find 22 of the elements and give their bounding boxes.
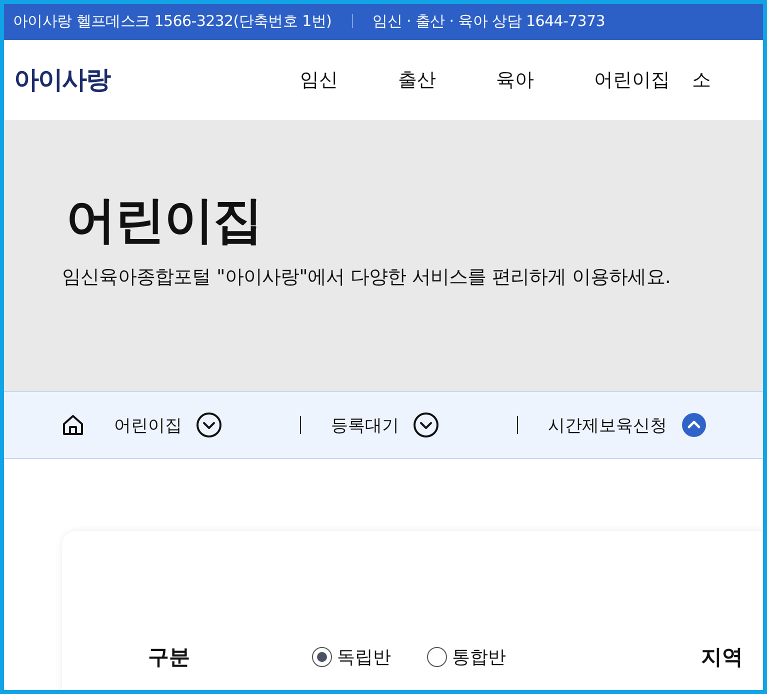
page-subtitle: 임신육아종합포털 "아이사랑"에서 다양한 서비스를 편리하게 이용하세요. [62, 265, 672, 290]
field-label: 지역 [701, 644, 743, 671]
radio-button[interactable] [312, 647, 332, 667]
chevron-icon[interactable] [413, 412, 439, 438]
breadcrumb-item[interactable]: 어린이집 [114, 414, 182, 436]
page-title: 어린이집 [66, 190, 263, 250]
breadcrumb-item[interactable]: 등록대기 [331, 414, 399, 436]
field-label: 구분 [148, 644, 190, 671]
nav-link[interactable]: 임신 [300, 67, 398, 93]
breadcrumb-item[interactable]: 시간제보육신청 [548, 414, 667, 436]
radio-label[interactable]: 독립반 [337, 645, 391, 669]
radio-button[interactable] [427, 647, 447, 667]
home-icon[interactable] [62, 414, 84, 436]
chevron-icon[interactable] [196, 412, 222, 438]
nav-link[interactable]: 육아 [496, 67, 594, 93]
nav-link[interactable]: 출산 [398, 67, 496, 93]
nav-link[interactable]: 소 [692, 67, 763, 93]
nav-link[interactable]: 어린이집 [594, 67, 692, 93]
radio-label[interactable]: 통합반 [452, 645, 506, 669]
logo[interactable]: 아이사랑 [14, 62, 110, 96]
helpline-text: 아이사랑 헬프데스크 1566-3232(단축번호 1번) [13, 12, 332, 30]
helpline-text: 임신 · 출산 · 육아 상담 1644-7373 [372, 12, 606, 30]
